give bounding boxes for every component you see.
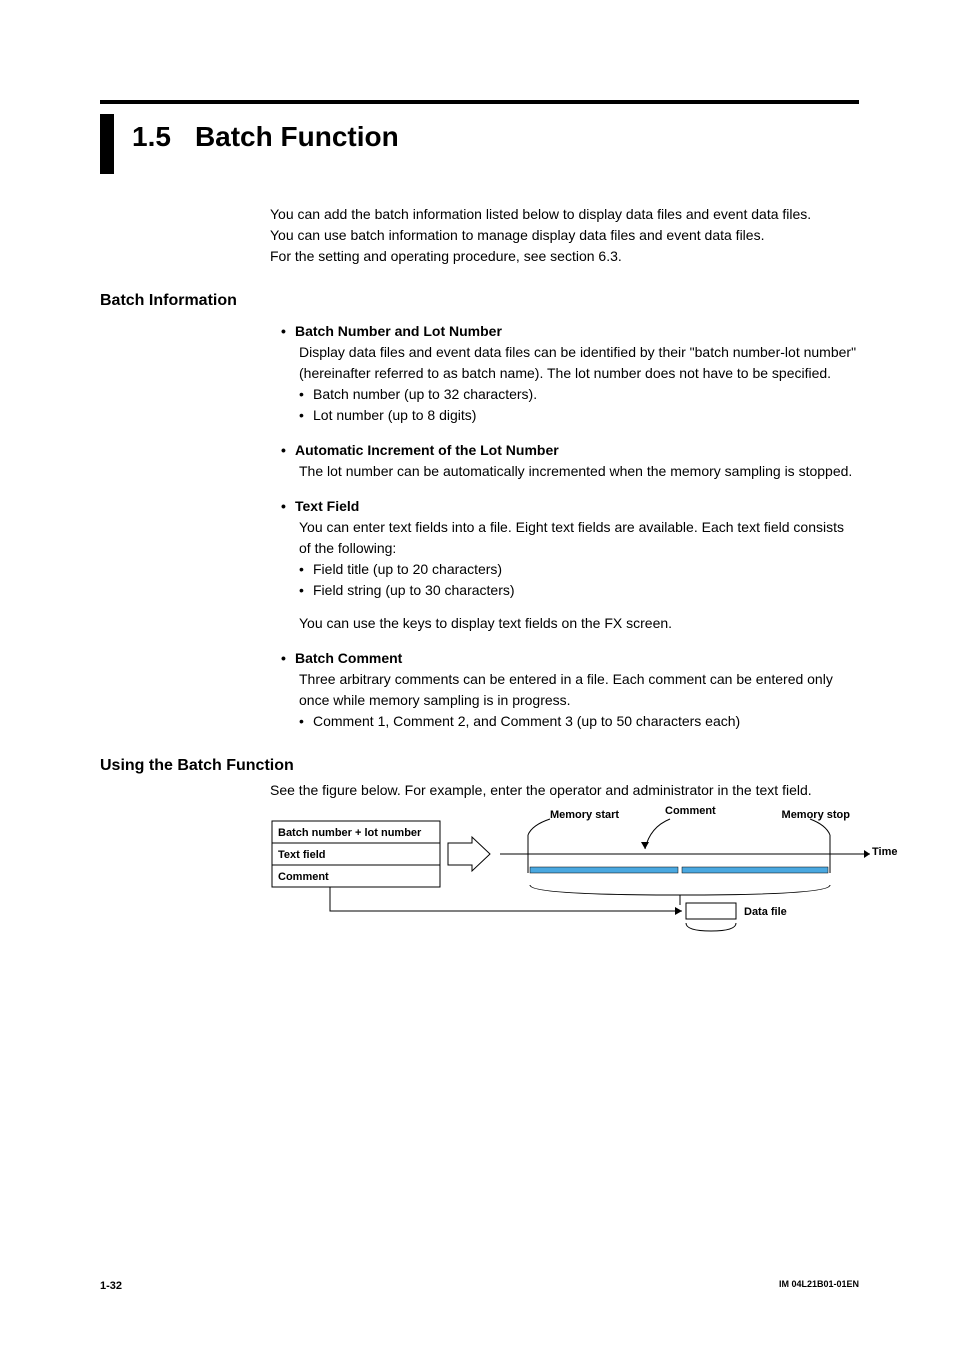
sub-bullet: Field title (up to 20 characters) xyxy=(299,559,859,580)
item-body: Three arbitrary comments can be entered … xyxy=(299,669,859,711)
fig-box-row: Comment xyxy=(278,869,329,886)
item-heading: Batch Number and Lot Number xyxy=(285,321,859,342)
sub-bullet: Batch number (up to 32 characters). xyxy=(299,384,859,405)
item-body: Display data files and event data files … xyxy=(299,342,859,384)
sub-bullet: Comment 1, Comment 2, and Comment 3 (up … xyxy=(299,711,859,732)
fig-label-memory-stop: Memory stop xyxy=(770,807,850,824)
item-heading: Batch Comment xyxy=(285,648,859,669)
batch-diagram: Batch number + lot number Text field Com… xyxy=(270,807,910,957)
fig-label-comment: Comment xyxy=(665,803,716,820)
title-mark xyxy=(100,114,114,174)
batch-info-block: Batch Number and Lot Number Display data… xyxy=(285,321,859,732)
fig-label-memory-start: Memory start xyxy=(550,807,619,824)
page-title: 1.5 Batch Function xyxy=(132,104,399,158)
intro-line: For the setting and operating procedure,… xyxy=(270,246,859,267)
page-footer: 1-32 IM 04L21B01-01EN xyxy=(100,1278,859,1295)
title-bar: 1.5 Batch Function xyxy=(100,100,859,174)
page-number: 1-32 xyxy=(100,1278,122,1295)
fig-label-time: Time xyxy=(872,844,897,861)
intro-line: You can use batch information to manage … xyxy=(270,225,859,246)
section-title: Batch Function xyxy=(195,121,399,152)
fig-label-data-file: Data file xyxy=(744,904,787,921)
section-heading-using: Using the Batch Function xyxy=(100,754,859,778)
item-body: The lot number can be automatically incr… xyxy=(299,461,859,482)
doc-id: IM 04L21B01-01EN xyxy=(779,1278,859,1295)
fig-box-row: Text field xyxy=(278,847,325,864)
item-body: You can enter text fields into a file. E… xyxy=(299,517,859,559)
sub-bullet: Lot number (up to 8 digits) xyxy=(299,405,859,426)
intro-line: You can add the batch information listed… xyxy=(270,204,859,225)
section-heading-batch-info: Batch Information xyxy=(100,289,859,313)
item-heading: Automatic Increment of the Lot Number xyxy=(285,440,859,461)
fig-box-row: Batch number + lot number xyxy=(278,825,421,842)
item-heading: Text Field xyxy=(285,496,859,517)
intro-block: You can add the batch information listed… xyxy=(270,204,859,267)
section-number: 1.5 xyxy=(132,116,171,158)
sub-bullet: Field string (up to 30 characters) xyxy=(299,580,859,601)
item-after: You can use the keys to display text fie… xyxy=(299,613,859,634)
using-body: See the figure below. For example, enter… xyxy=(270,780,859,801)
